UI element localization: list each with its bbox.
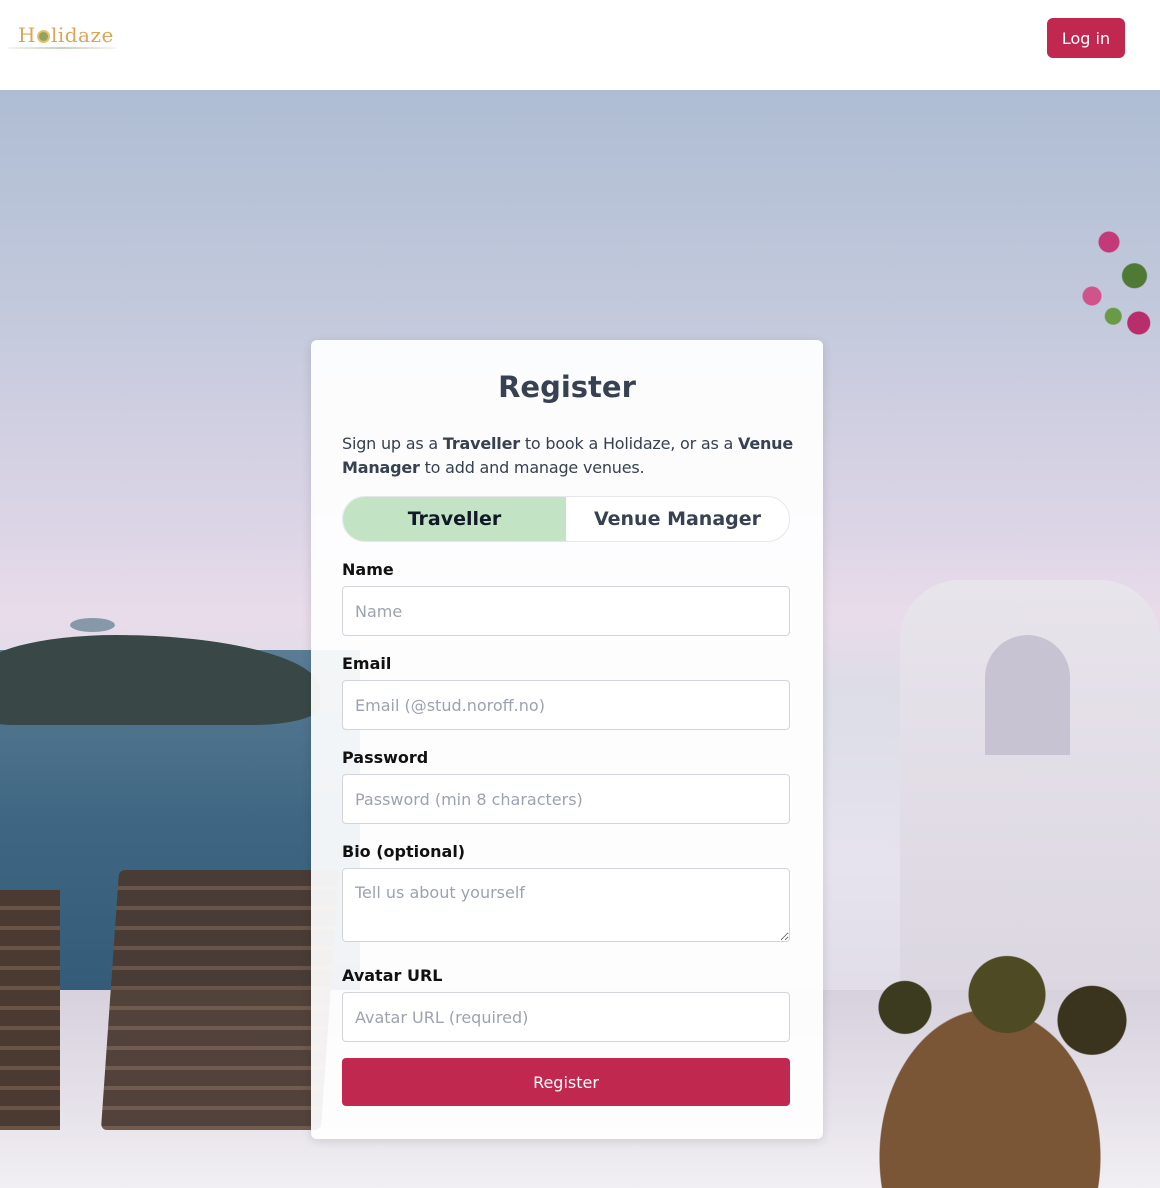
top-nav: Hlidaze Log in — [0, 0, 1160, 90]
bougainvillea-shape — [1075, 215, 1160, 350]
logo-wordmark-rest: lidaze — [50, 23, 114, 47]
logo-sun-icon — [36, 30, 50, 43]
role-traveller-button[interactable]: Traveller — [343, 497, 566, 541]
email-field[interactable] — [342, 680, 790, 730]
password-label: Password — [342, 748, 429, 767]
intro-part3: to add and manage venues. — [419, 458, 645, 477]
intro-traveller: Traveller — [442, 434, 520, 453]
chair-shape — [100, 870, 340, 1130]
arch-shape — [985, 635, 1070, 755]
holidaze-logo[interactable]: Hlidaze — [8, 18, 116, 50]
role-venue-manager-button[interactable]: Venue Manager — [566, 497, 789, 541]
role-toggle: Traveller Venue Manager — [342, 496, 790, 542]
password-field[interactable] — [342, 774, 790, 824]
distant-islet-shape — [70, 618, 115, 632]
register-form-card: Register Sign up as a Traveller to book … — [311, 340, 823, 1139]
intro-part2: to book a Holidaze, or as a — [519, 434, 739, 453]
bio-field[interactable] — [342, 868, 790, 942]
potted-plant-shape — [820, 930, 1160, 1188]
register-intro-text: Sign up as a Traveller to book a Holidaz… — [342, 432, 797, 480]
bio-label: Bio (optional) — [342, 842, 466, 861]
login-button[interactable]: Log in — [1047, 18, 1125, 58]
island-shape — [0, 635, 320, 725]
chair-shape-left — [0, 890, 60, 1130]
logo-wordmark: Hlidaze — [18, 23, 114, 47]
avatar-url-field[interactable] — [342, 992, 790, 1042]
register-title: Register — [498, 370, 636, 404]
name-label: Name — [342, 560, 394, 579]
email-label: Email — [342, 654, 392, 673]
name-field[interactable] — [342, 586, 790, 636]
register-submit-button[interactable]: Register — [342, 1058, 790, 1106]
avatar-url-label: Avatar URL — [342, 966, 443, 985]
logo-underline — [8, 47, 116, 49]
intro-part1: Sign up as a — [342, 434, 443, 453]
